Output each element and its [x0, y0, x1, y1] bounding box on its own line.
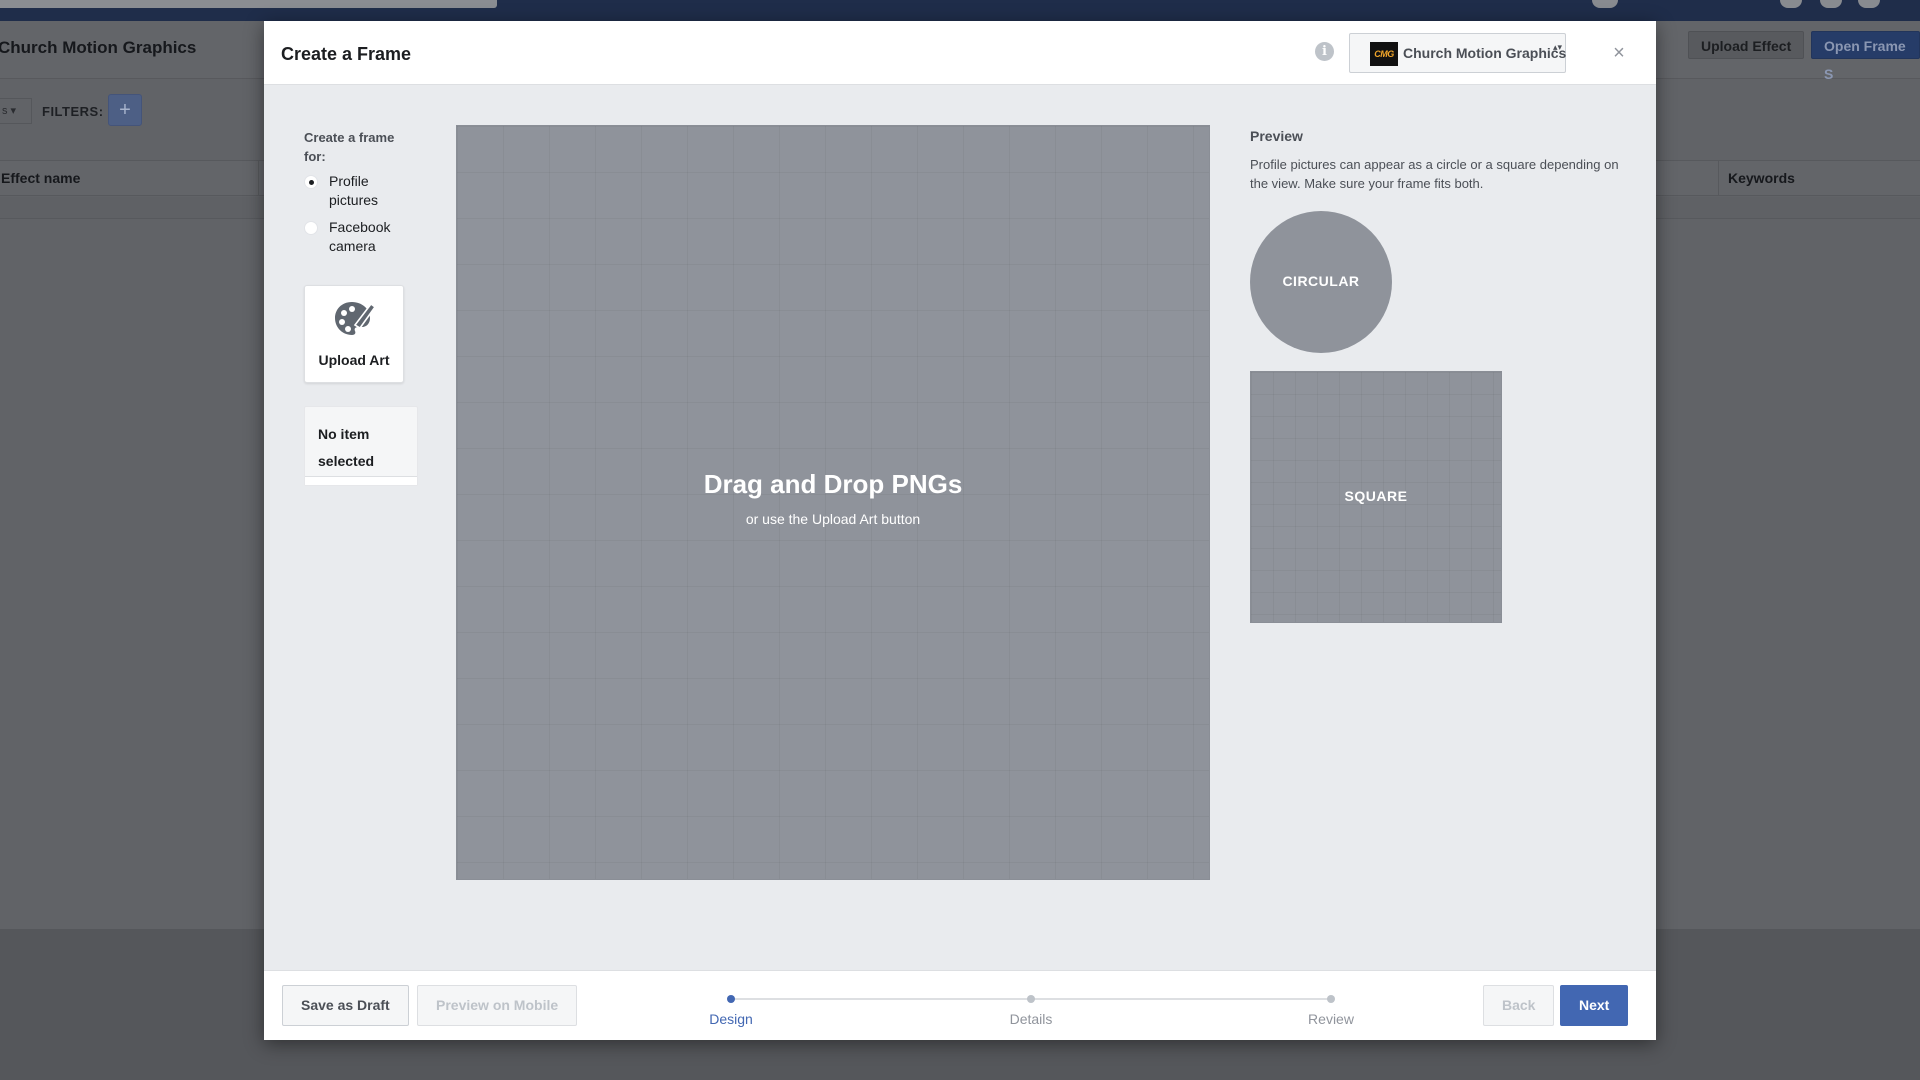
step-details-dot	[1027, 995, 1035, 1003]
close-icon[interactable]: ×	[1611, 43, 1627, 63]
step-design-dot	[727, 995, 735, 1003]
preview-description: Profile pictures can appear as a circle …	[1250, 157, 1619, 191]
dropzone-title: Drag and Drop PNGs	[703, 469, 963, 499]
back-button[interactable]: Back	[1483, 985, 1555, 1026]
modal-footer: Save as Draft Preview on Mobile Design D…	[264, 970, 1656, 1040]
page-name: Church Motion Graphics	[1403, 45, 1567, 61]
chevron-updown-icon: ▴▾	[1553, 42, 1563, 52]
upload-art-button[interactable]: Upload Art	[304, 285, 404, 383]
column-effect-name[interactable]: Effect name	[1, 170, 80, 186]
dropzone-subtitle: or use the Upload Art button	[745, 511, 921, 527]
step-design-label[interactable]: Design	[691, 1011, 771, 1027]
status-dropdown-label: s	[2, 105, 8, 117]
step-details-label[interactable]: Details	[991, 1011, 1071, 1027]
upload-effect-button[interactable]: Upload Effect	[1688, 31, 1805, 59]
radio-button[interactable]	[304, 221, 318, 235]
preview-circular: CIRCULAR	[1250, 211, 1392, 353]
create-frame-for-label: Create a frame for:	[304, 130, 395, 164]
selection-panel: No item selected	[304, 406, 418, 486]
palette-icon	[335, 302, 377, 335]
preview-on-mobile-button[interactable]: Preview on Mobile	[417, 985, 578, 1026]
radio-profile-pictures[interactable]: Profile pictures	[304, 172, 409, 210]
radio-facebook-camera[interactable]: Facebook camera	[304, 218, 409, 256]
next-button[interactable]: Next	[1560, 985, 1629, 1026]
radio-label: Facebook camera	[329, 219, 391, 254]
frame-canvas-dropzone[interactable]: Drag and Drop PNGs or use the Upload Art…	[456, 125, 1210, 880]
column-keywords[interactable]: Keywords	[1728, 170, 1795, 186]
upload-art-label: Upload Art	[318, 352, 390, 368]
save-as-draft-button[interactable]: Save as Draft	[282, 985, 409, 1026]
preview-circular-label: CIRCULAR	[1282, 273, 1360, 289]
create-frame-modal: Create a Frame i CMG Church Motion Graph…	[264, 21, 1656, 1040]
page-selector[interactable]: CMG Church Motion Graphics ▴▾	[1349, 33, 1566, 73]
preview-square-label: SQUARE	[1344, 488, 1408, 504]
column-divider	[1718, 160, 1719, 196]
selection-panel-footer	[305, 476, 417, 485]
modal-header: Create a Frame i CMG Church Motion Graph…	[264, 21, 1656, 85]
info-icon[interactable]: i	[1315, 42, 1334, 61]
radio-label: Profile pictures	[329, 173, 379, 208]
add-filter-button[interactable]: +	[108, 94, 142, 126]
notifications-icon[interactable]	[1592, 0, 1618, 8]
column-divider	[258, 160, 259, 196]
modal-title: Create a Frame	[281, 44, 412, 64]
page-logo: CMG	[1370, 42, 1398, 66]
step-review-dot	[1327, 995, 1335, 1003]
preview-square: SQUARE	[1250, 371, 1502, 623]
background-page-title: Church Motion Graphics	[0, 38, 197, 57]
preview-title: Preview	[1250, 128, 1303, 144]
search-bar[interactable]	[0, 0, 497, 8]
step-review-label[interactable]: Review	[1291, 1011, 1371, 1027]
open-frame-studio-button[interactable]: Open Frame S	[1811, 31, 1920, 82]
no-item-selected-text: No item selected	[318, 426, 375, 469]
status-dropdown[interactable]: s ▾	[0, 98, 32, 124]
radio-button[interactable]	[304, 175, 318, 189]
filters-label: FILTERS:	[42, 104, 104, 119]
